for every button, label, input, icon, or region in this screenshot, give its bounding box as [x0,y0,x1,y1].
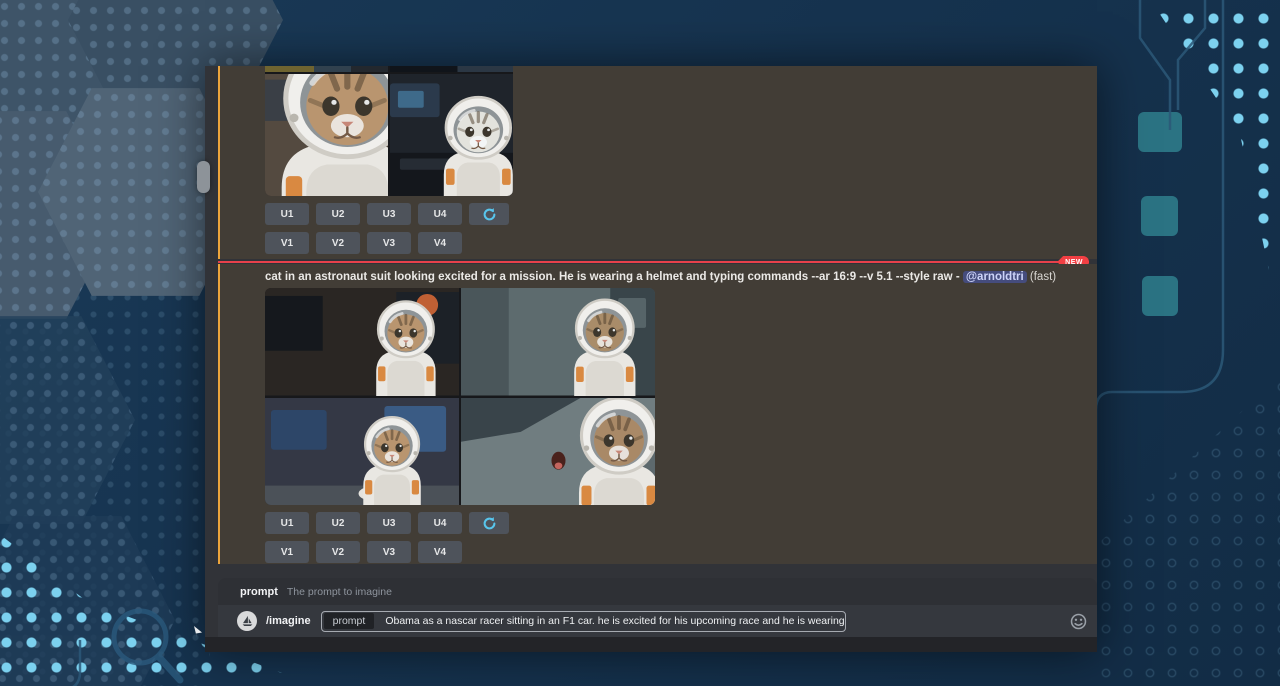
message-midjourney-result: cat in an astronaut suit looking excited… [218,264,1097,564]
rerun-icon [482,207,497,222]
variation-v2-button[interactable]: V2 [316,541,360,563]
generated-image-cat-astronaut-2[interactable] [390,74,513,196]
scrollbar-thumb[interactable] [197,161,210,193]
variation-v2-button[interactable]: V2 [316,232,360,254]
upscale-u2-button[interactable]: U2 [316,203,360,225]
sailboat-icon [241,615,254,628]
generated-image-grid-partial[interactable] [265,66,513,196]
upscale-u3-button[interactable]: U3 [367,512,411,534]
prompt-input-value[interactable]: Obama as a nascar racer sitting in an F1… [385,615,844,627]
variation-v1-button[interactable]: V1 [265,232,309,254]
upscale-u4-button[interactable]: U4 [418,203,462,225]
upscale-u2-button[interactable]: U2 [316,512,360,534]
variation-v3-button[interactable]: V3 [367,541,411,563]
imagine-command-label: /imagine [266,615,311,627]
prompt-message-text: cat in an astronaut suit looking excited… [220,264,1097,284]
image-sliver [265,66,388,72]
upscale-u4-button[interactable]: U4 [418,512,462,534]
variation-button-row: V1 V2 V3 V4 [265,541,1097,563]
smiley-icon [1070,613,1087,630]
generated-image-grid[interactable] [265,288,655,505]
option-name: prompt [240,586,278,598]
generated-image-quadrant-4[interactable] [461,398,655,506]
prompt-option-chip: prompt [324,613,375,629]
variation-button-row: V1 V2 V3 V4 [265,232,1097,254]
chevron-right-icon[interactable] [191,624,205,640]
variation-v4-button[interactable]: V4 [418,541,462,563]
discord-chat-window: U1 U2 U3 U4 V1 V2 V3 V4 NEW cat in an as… [205,66,1097,652]
variation-v3-button[interactable]: V3 [367,232,411,254]
rerun-icon [482,516,497,531]
upscale-u1-button[interactable]: U1 [265,512,309,534]
message-midjourney-previous: U1 U2 U3 U4 V1 V2 V3 V4 [218,66,1097,259]
generated-image-quadrant-3[interactable] [265,398,459,506]
upscale-u3-button[interactable]: U3 [367,203,411,225]
emoji-picker-button[interactable] [1070,613,1087,630]
user-mention[interactable]: @arnoldtri [963,271,1027,283]
message-input-bar[interactable]: /imagine prompt Obama as a nascar racer … [218,605,1097,637]
generated-image-quadrant-1[interactable] [265,288,459,396]
upscale-button-row: U1 U2 U3 U4 [265,203,1097,225]
variation-v1-button[interactable]: V1 [265,541,309,563]
variation-v4-button[interactable]: V4 [418,232,462,254]
new-divider-line [218,261,1089,263]
midjourney-bot-avatar [237,611,257,631]
prompt-text: cat in an astronaut suit looking excited… [265,271,963,283]
window-bottom-strip [205,637,1097,652]
image-sliver [390,66,513,72]
fast-mode-label: (fast) [1027,271,1056,283]
generated-image-cat-astronaut-1[interactable] [265,74,388,196]
upscale-u1-button[interactable]: U1 [265,203,309,225]
slash-command-popup[interactable]: prompt The prompt to imagine [218,578,1097,605]
prompt-input-field[interactable]: prompt Obama as a nascar racer sitting i… [321,611,846,632]
option-description: The prompt to imagine [287,586,392,598]
magnifier-outline [114,611,180,680]
rerun-button[interactable] [469,203,509,225]
rerun-button[interactable] [469,512,509,534]
upscale-button-row: U1 U2 U3 U4 [265,512,1097,534]
generated-image-quadrant-2[interactable] [461,288,655,396]
